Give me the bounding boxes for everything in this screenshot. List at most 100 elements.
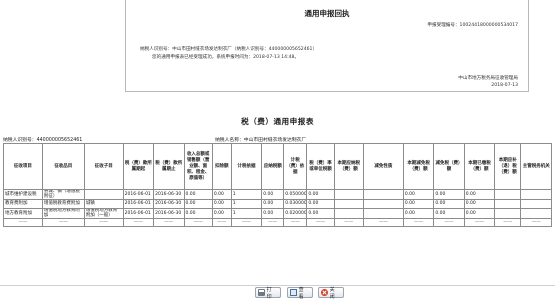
column-header: 征收项目	[3, 143, 43, 190]
table-cell: 0.00	[183, 208, 213, 220]
receipt-card: 通用申报回执 申报受理编号：10024418000000534017 纳税人识别…	[125, 0, 529, 92]
table-cell	[362, 188, 404, 201]
column-header: 主管税务机关	[520, 143, 552, 190]
table-cell	[83, 188, 124, 201]
table-cell	[520, 208, 552, 220]
column-header: 本期应补（退）税（费）额	[494, 143, 522, 190]
table-cell: 0.00	[261, 188, 285, 201]
table-cell: 0.00	[463, 199, 496, 210]
table-row: —— —— —— —— —— —— —— —— —— —— —— —— —— —— —— —— —— ——	[3, 218, 552, 228]
table-cell: ——	[283, 218, 308, 228]
table-cell: ——	[362, 218, 404, 228]
table-cell: 0.00	[433, 188, 465, 201]
table-row: 地方教育附加 增值税地方教育附加 增值税地方教育附加（一般） 2016-06-01 20…	[3, 208, 552, 220]
table-cell: ——	[183, 218, 213, 228]
table-cell: 增值税地方教育附加（一般）	[83, 208, 124, 220]
table-cell: ——	[494, 218, 522, 228]
table-cell: 0.00	[261, 208, 285, 220]
table-cell: 城镇	[83, 199, 124, 210]
table-cell	[494, 199, 522, 210]
receipt-date: 2018-07-13	[491, 83, 518, 88]
column-header: 收入总额或销售额（营业额、面积、租金、原值等）	[183, 143, 213, 190]
table-cell: 2016-06-30	[153, 199, 185, 210]
table-cell: 县城、镇（增值税附征）	[41, 188, 85, 201]
table-cell	[520, 188, 552, 201]
table-cell: 1	[230, 188, 263, 201]
receipt-title: 通用申报回执	[304, 9, 350, 18]
table-cell: 0.00	[183, 188, 213, 201]
column-header: 扣除额	[211, 143, 232, 190]
table-cell: ——	[306, 218, 335, 228]
column-header: 征收子目	[83, 143, 124, 190]
bottom-toolbar: 打印 查看 关闭	[0, 285, 555, 300]
column-header: 本期已缴税（费）额	[463, 143, 496, 190]
table-cell: ——	[402, 218, 435, 228]
table-cell: 城市维护建设税	[3, 188, 43, 201]
table-cell	[362, 199, 404, 210]
table-cell: ——	[153, 218, 185, 228]
table-cell	[520, 199, 552, 210]
column-header: 税（费）率或单位税额	[306, 143, 335, 190]
table-cell: 0.00	[211, 188, 232, 201]
column-header: 计税（费）依据	[283, 143, 308, 190]
column-header: 本期应纳税（费）额	[333, 143, 364, 190]
table-row: 城市维护建设税 县城、镇（增值税附征） 2016-06-01 2016-06-30 0.…	[3, 188, 552, 201]
view-icon	[290, 289, 297, 296]
table-cell: 0.00	[402, 208, 435, 220]
table-row: 教育费附加 增值税教育费附加 城镇 2016-06-01 2016-06-30 0.00 0…	[3, 199, 552, 210]
view-button[interactable]: 查看	[287, 286, 313, 300]
form-title: 税（费）通用申报表	[241, 117, 314, 126]
table-cell	[494, 208, 522, 220]
taxpayer-id: 纳税人识别号：440000005652461	[3, 138, 83, 143]
table-cell: 0.00	[463, 208, 496, 220]
table-cell: ——	[122, 218, 155, 228]
column-header: 减免税（费）额	[433, 143, 465, 190]
column-header: 减免性质	[362, 143, 404, 190]
table-cell: ——	[211, 218, 232, 228]
table-cell: 0.00	[306, 188, 335, 201]
taxpayer-name: 纳税人名称：中山市田村缝衣场发达制衣厂	[215, 138, 307, 143]
table-cell: ——	[463, 218, 496, 228]
table-cell: 0.00	[433, 208, 465, 220]
table-cell: 0.00	[306, 199, 335, 210]
table-cell: 2016-06-30	[153, 208, 185, 220]
column-header: 计税依据	[230, 143, 263, 190]
receipt-status-line: 您的通用申报表已经受理成功，系统申报时间为：2018-07-13 14:48。	[152, 55, 300, 60]
receipt-organization: 中山市地方税务局征收管理局	[458, 76, 518, 81]
table-cell: 0.00	[306, 208, 335, 220]
table-cell	[333, 188, 364, 201]
table-cell: ——	[433, 218, 465, 228]
table-cell: 0.050000	[283, 188, 308, 201]
receipt-taxpayer-line: 纳税人识别号：中山市田村缝衣场发达制衣厂（纳税人识别号：440000005652…	[140, 47, 318, 52]
table-cell	[333, 208, 364, 220]
table-cell: 增值税地方教育附加	[41, 208, 85, 220]
table-body: 城市维护建设税 县城、镇（增值税附征） 2016-06-01 2016-06-30 0.…	[3, 188, 552, 228]
print-button[interactable]: 打印	[255, 286, 281, 300]
table-cell	[494, 188, 522, 201]
column-header: 税（费）款所属期起	[122, 143, 155, 190]
table-cell: 0.00	[211, 208, 232, 220]
table-cell: 0.00	[183, 199, 213, 210]
tax-declaration-table: 征收项目 征收品目 征收子目 税（费）款所属期起 税（费）款所属期止 收入总额或销售额（营…	[3, 143, 552, 228]
table-cell: 教育费附加	[3, 199, 43, 210]
print-button-label: 打印	[266, 286, 272, 300]
table-cell: ——	[333, 218, 364, 228]
view-button-label: 查看	[298, 286, 304, 300]
table-cell: 1	[230, 199, 263, 210]
column-header: 税（费）款所属期止	[153, 143, 185, 190]
table-cell: 2016-06-30	[153, 188, 185, 201]
table-cell: 0.00	[261, 199, 285, 210]
table-cell	[333, 199, 364, 210]
table-cell: 0.00	[402, 188, 435, 201]
table-cell: ——	[3, 218, 43, 228]
table-cell: ——	[41, 218, 85, 228]
table-cell: ——	[83, 218, 124, 228]
table-cell: 0.00	[402, 199, 435, 210]
close-button[interactable]: 关闭	[318, 287, 344, 300]
table-cell: 2016-06-01	[122, 199, 155, 210]
table-cell: 地方教育附加	[3, 208, 43, 220]
table-cell: 0.00	[463, 188, 496, 201]
table-cell: 0.030000	[283, 199, 308, 210]
column-header: 应纳税额	[261, 143, 285, 190]
table-header-row: 征收项目 征收品目 征收子目 税（费）款所属期起 税（费）款所属期止 收入总额或销售额（营…	[3, 143, 552, 190]
